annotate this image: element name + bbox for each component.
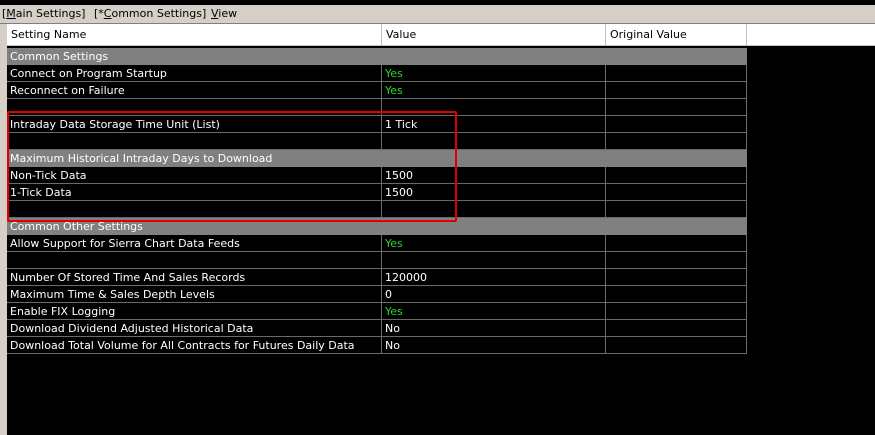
original-value xyxy=(606,167,747,184)
blank-row xyxy=(7,99,747,116)
setting-value[interactable]: 1 Tick xyxy=(382,116,606,133)
menu-view[interactable]: View xyxy=(211,8,237,20)
blank-cell xyxy=(606,252,747,269)
setting-row-intraday-unit[interactable]: Intraday Data Storage Time Unit (List) 1… xyxy=(7,116,747,133)
original-value xyxy=(606,320,747,337)
setting-value[interactable]: Yes xyxy=(382,235,606,252)
blank-cell xyxy=(7,252,382,269)
setting-row-dividend-adj[interactable]: Download Dividend Adjusted Historical Da… xyxy=(7,320,747,337)
original-value xyxy=(606,337,747,354)
column-header-value[interactable]: Value xyxy=(382,24,606,45)
blank-cell xyxy=(606,133,747,150)
setting-name: Allow Support for Sierra Chart Data Feed… xyxy=(7,235,382,252)
setting-row-total-volume[interactable]: Download Total Volume for All Contracts … xyxy=(7,337,747,354)
section-label: Common Other Settings xyxy=(10,220,143,233)
blank-cell xyxy=(382,99,606,116)
original-value xyxy=(606,82,747,99)
setting-row-sierra-feeds[interactable]: Allow Support for Sierra Chart Data Feed… xyxy=(7,235,747,252)
setting-row-stored-ts[interactable]: Number Of Stored Time And Sales Records … xyxy=(7,269,747,286)
setting-name: Number Of Stored Time And Sales Records xyxy=(7,269,382,286)
column-header-setting-name[interactable]: Setting Name xyxy=(7,24,382,45)
setting-row-max-ts-depth[interactable]: Maximum Time & Sales Depth Levels 0 xyxy=(7,286,747,303)
original-value xyxy=(606,303,747,320)
setting-name: Download Total Volume for All Contracts … xyxy=(7,337,382,354)
setting-value[interactable]: No xyxy=(382,337,606,354)
setting-name: Intraday Data Storage Time Unit (List) xyxy=(7,116,382,133)
blank-cell xyxy=(382,252,606,269)
setting-row-one-tick[interactable]: 1-Tick Data 1500 xyxy=(7,184,747,201)
setting-value[interactable]: Yes xyxy=(382,303,606,320)
blank-row xyxy=(7,201,747,218)
blank-cell xyxy=(7,99,382,116)
original-value xyxy=(606,116,747,133)
setting-name: Download Dividend Adjusted Historical Da… xyxy=(7,320,382,337)
setting-value[interactable]: 1500 xyxy=(382,167,606,184)
original-value xyxy=(606,269,747,286)
section-label: Maximum Historical Intraday Days to Down… xyxy=(10,152,273,165)
original-value xyxy=(606,286,747,303)
setting-value[interactable]: 120000 xyxy=(382,269,606,286)
menu-bar: [Main Settings] [*Common Settings] View xyxy=(0,5,875,24)
section-common-settings: Common Settings xyxy=(7,48,747,65)
setting-name: Reconnect on Failure xyxy=(7,82,382,99)
blank-cell xyxy=(382,201,606,218)
setting-value[interactable]: No xyxy=(382,320,606,337)
blank-cell xyxy=(382,133,606,150)
setting-row-reconnect-failure[interactable]: Reconnect on Failure Yes xyxy=(7,82,747,99)
setting-name: Non-Tick Data xyxy=(7,167,382,184)
section-max-historical: Maximum Historical Intraday Days to Down… xyxy=(7,150,747,167)
setting-value[interactable]: 1500 xyxy=(382,184,606,201)
blank-cell xyxy=(606,99,747,116)
setting-name: 1-Tick Data xyxy=(7,184,382,201)
menu-common-settings[interactable]: [*Common Settings] xyxy=(94,8,206,20)
setting-value[interactable]: Yes xyxy=(382,65,606,82)
blank-cell xyxy=(7,133,382,150)
setting-name: Maximum Time & Sales Depth Levels xyxy=(7,286,382,303)
setting-row-non-tick[interactable]: Non-Tick Data 1500 xyxy=(7,167,747,184)
column-header-original-value[interactable]: Original Value xyxy=(606,24,747,45)
blank-row xyxy=(7,252,747,269)
grid-left-border xyxy=(0,24,7,435)
setting-row-connect-startup[interactable]: Connect on Program Startup Yes xyxy=(7,65,747,82)
settings-grid: Setting Name Value Original Value Common… xyxy=(0,24,875,435)
section-common-other: Common Other Settings xyxy=(7,218,747,235)
setting-name: Connect on Program Startup xyxy=(7,65,382,82)
setting-value[interactable]: 0 xyxy=(382,286,606,303)
section-label: Common Settings xyxy=(10,50,109,63)
blank-cell xyxy=(7,201,382,218)
original-value xyxy=(606,184,747,201)
menu-main-settings[interactable]: [Main Settings] xyxy=(2,8,85,20)
original-value xyxy=(606,65,747,82)
setting-value[interactable]: Yes xyxy=(382,82,606,99)
blank-row xyxy=(7,133,747,150)
grid-header: Setting Name Value Original Value xyxy=(7,24,875,46)
blank-cell xyxy=(606,201,747,218)
original-value xyxy=(606,235,747,252)
setting-name: Enable FIX Logging xyxy=(7,303,382,320)
setting-row-fix-logging[interactable]: Enable FIX Logging Yes xyxy=(7,303,747,320)
